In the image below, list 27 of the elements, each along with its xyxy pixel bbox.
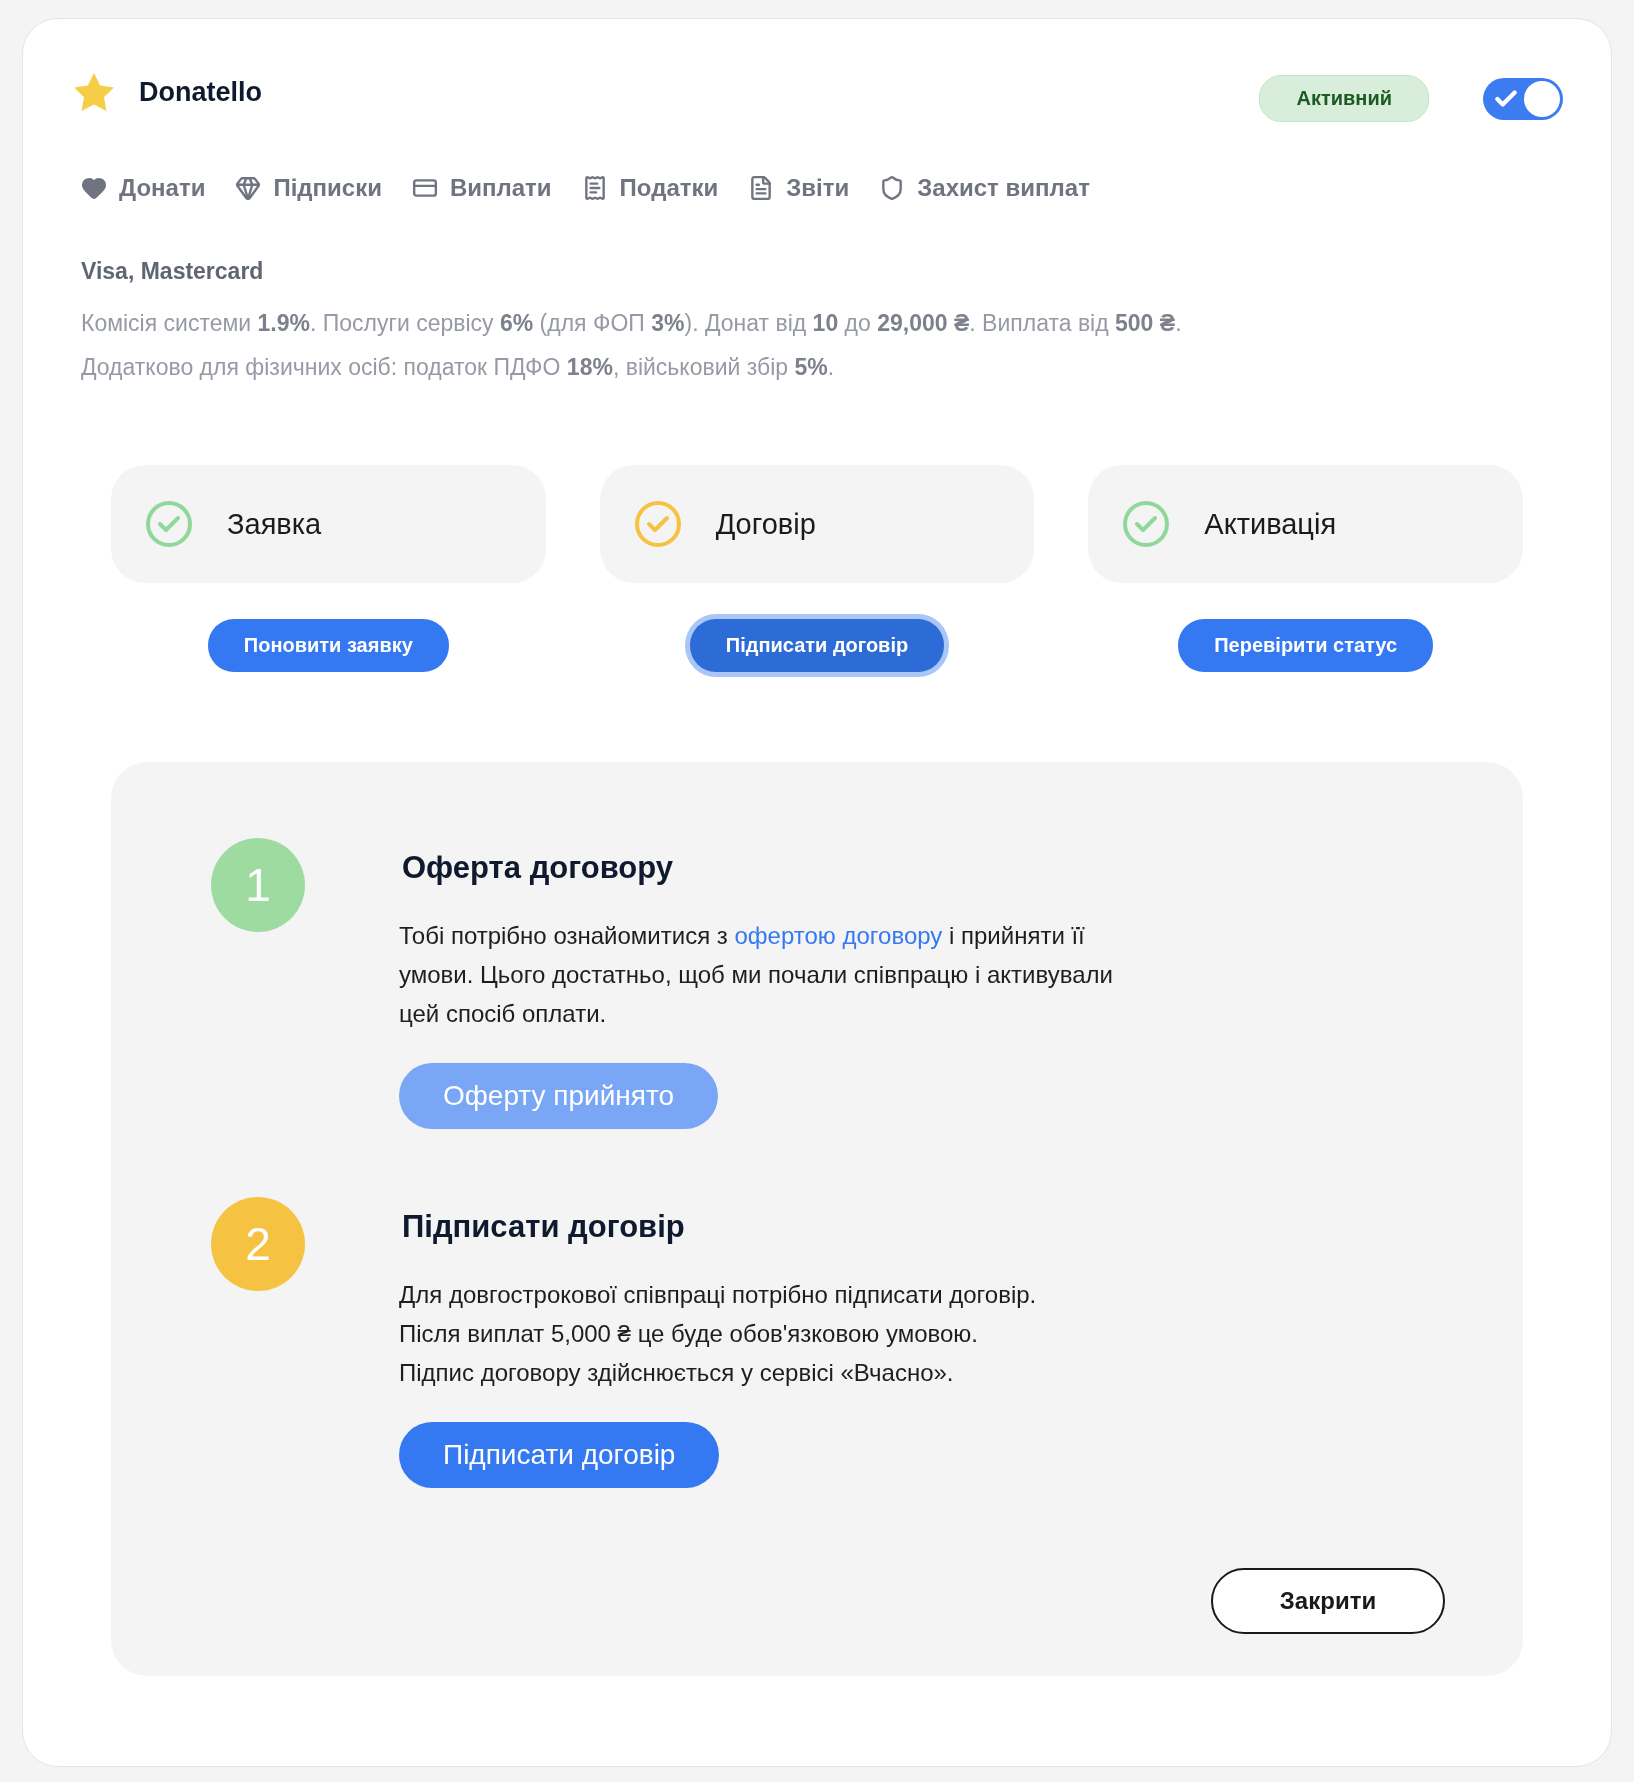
step-title: Оферта договору — [402, 850, 674, 886]
step-button[interactable]: Підписати договір — [399, 1422, 720, 1488]
tab[interactable]: Захист виплат — [879, 174, 1090, 202]
stage-label: Заявка — [227, 507, 322, 541]
stage-button[interactable]: Поновити заявку — [207, 619, 449, 672]
tab[interactable]: Підписки — [235, 174, 382, 202]
tab[interactable]: Податки — [581, 174, 719, 202]
tab[interactable]: Виплати — [411, 174, 552, 202]
step-number: 1 — [211, 838, 305, 932]
step-title: Підписати договір — [402, 1209, 685, 1245]
diamond-icon — [235, 175, 262, 201]
payment-method-title: Donatello — [139, 77, 263, 108]
tab[interactable]: Звіти — [748, 174, 850, 202]
info-text: Додатково для фізичних осіб: податок ПДФО 18%, військовий збір 5%. — [81, 353, 836, 382]
heart-icon — [81, 175, 107, 201]
tab[interactable]: Донати — [81, 174, 206, 202]
stage-label: Договір — [715, 507, 816, 541]
step-number: 2 — [211, 1197, 305, 1291]
stage-label: Активація — [1204, 507, 1337, 541]
stage-button[interactable]: Перевірити статус — [1178, 619, 1434, 672]
info-text: Комісія системи 1.9%. Послуги сервісу 6% (для ФОП 3%). Донат від 10 до 29,000 ₴. Виплата від 500 ₴. — [81, 309, 1183, 338]
toggle-switch[interactable] — [1483, 77, 1563, 120]
status-badge: Активний — [1259, 75, 1429, 122]
info-title: Visa, Mastercard — [81, 258, 265, 285]
step-text: Тобі потрібно ознайомитися з офертою договору і прийняти її умови. Цього достатньо, щоб ми почали співпрацю і активували цей спосіб оплати. — [399, 921, 1114, 1029]
close-button[interactable]: Закрити — [1211, 1568, 1445, 1634]
step-text: Для довгострокової співпраці потрібно підписати договір. Після виплат 5,000 ₴ це буде обов'язковою умовою. Підпис договору здійснюється у сервісі «Вчасно». — [399, 1280, 1037, 1388]
